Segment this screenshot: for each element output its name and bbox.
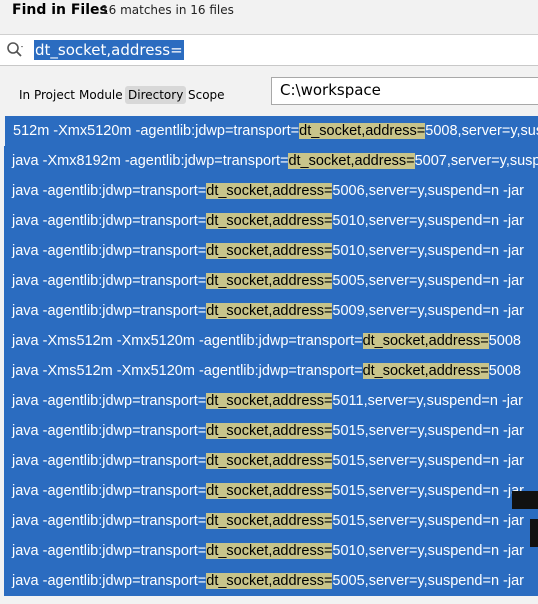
search-input[interactable]: dt_socket,address= bbox=[34, 40, 184, 60]
match-highlight: dt_socket,address= bbox=[362, 363, 489, 379]
result-prefix: java -agentlib:jdwp=transport= bbox=[12, 213, 207, 229]
match-highlight: dt_socket,address= bbox=[206, 453, 333, 469]
result-prefix: java -agentlib:jdwp=transport= bbox=[12, 573, 207, 589]
result-suffix: 5011,server=y,suspend=n -jar bbox=[332, 393, 523, 409]
result-prefix: java -agentlib:jdwp=transport= bbox=[12, 543, 207, 559]
result-row[interactable]: java -agentlib:jdwp=transport=dt_socket,… bbox=[4, 266, 538, 296]
match-highlight: dt_socket,address= bbox=[206, 303, 333, 319]
match-highlight: dt_socket,address= bbox=[206, 513, 333, 529]
directory-path-field[interactable]: C:\workspace bbox=[271, 77, 538, 105]
tab-in-project[interactable]: In Project bbox=[16, 86, 78, 104]
result-prefix: 512m -Xmx5120m -agentlib:jdwp=transport= bbox=[13, 123, 300, 139]
match-highlight: dt_socket,address= bbox=[206, 243, 333, 259]
overlay-fragment bbox=[512, 491, 538, 509]
tab-module[interactable]: Module bbox=[76, 86, 126, 104]
match-highlight: dt_socket,address= bbox=[206, 423, 333, 439]
match-highlight: dt_socket,address= bbox=[206, 543, 333, 559]
result-prefix: java -agentlib:jdwp=transport= bbox=[12, 453, 207, 469]
result-prefix: java -agentlib:jdwp=transport= bbox=[12, 243, 207, 259]
result-prefix: java -agentlib:jdwp=transport= bbox=[12, 483, 207, 499]
result-prefix: java -agentlib:jdwp=transport= bbox=[12, 513, 207, 529]
search-icon[interactable] bbox=[6, 41, 24, 59]
result-suffix: 5005,server=y,suspend=n -jar bbox=[332, 273, 524, 289]
result-prefix: java -Xms512m -Xmx5120m -agentlib:jdwp=t… bbox=[12, 333, 363, 349]
result-row[interactable]: java -agentlib:jdwp=transport=dt_socket,… bbox=[4, 206, 538, 236]
dialog-header: Find in Files 16 matches in 16 files bbox=[0, 0, 538, 35]
match-highlight: dt_socket,address= bbox=[288, 153, 415, 169]
result-row[interactable]: java -Xms512m -Xmx5120m -agentlib:jdwp=t… bbox=[4, 326, 538, 356]
match-highlight: dt_socket,address= bbox=[206, 213, 333, 229]
result-row[interactable]: java -agentlib:jdwp=transport=dt_socket,… bbox=[4, 296, 538, 326]
result-prefix: java -Xms512m -Xmx5120m -agentlib:jdwp=t… bbox=[12, 363, 363, 379]
result-row[interactable]: java -agentlib:jdwp=transport=dt_socket,… bbox=[4, 416, 538, 446]
match-highlight: dt_socket,address= bbox=[206, 393, 333, 409]
result-row[interactable]: java -agentlib:jdwp=transport=dt_socket,… bbox=[4, 446, 538, 476]
search-row: dt_socket,address= bbox=[0, 35, 538, 66]
result-prefix: java -agentlib:jdwp=transport= bbox=[12, 393, 207, 409]
result-row[interactable]: java -agentlib:jdwp=transport=dt_socket,… bbox=[4, 476, 538, 506]
result-prefix: java -agentlib:jdwp=transport= bbox=[12, 273, 207, 289]
result-suffix: 5008 bbox=[488, 363, 521, 379]
match-highlight: dt_socket,address= bbox=[362, 333, 489, 349]
result-row[interactable]: java -agentlib:jdwp=transport=dt_socket,… bbox=[4, 506, 538, 536]
result-row[interactable]: java -agentlib:jdwp=transport=dt_socket,… bbox=[4, 566, 538, 596]
match-highlight: dt_socket,address= bbox=[206, 573, 333, 589]
tab-scope[interactable]: Scope bbox=[185, 86, 228, 104]
results-list: 512m -Xmx5120m -agentlib:jdwp=transport=… bbox=[0, 116, 538, 604]
result-row[interactable]: java -agentlib:jdwp=transport=dt_socket,… bbox=[4, 176, 538, 206]
match-highlight: dt_socket,address= bbox=[206, 483, 333, 499]
result-suffix: 5015,server=y,suspend=n -jar bbox=[332, 453, 524, 469]
result-suffix: 5015,server=y,suspend=n -jar bbox=[332, 483, 524, 499]
result-row[interactable]: java -agentlib:jdwp=transport=dt_socket,… bbox=[4, 386, 538, 416]
result-prefix: java -Xmx8192m -agentlib:jdwp=transport= bbox=[12, 153, 289, 169]
result-suffix: 5008 bbox=[488, 333, 521, 349]
result-row[interactable]: java -agentlib:jdwp=transport=dt_socket,… bbox=[4, 236, 538, 266]
result-suffix: 5010,server=y,suspend=n -jar bbox=[332, 243, 524, 259]
match-highlight: dt_socket,address= bbox=[299, 123, 426, 139]
result-suffix: 5005,server=y,suspend=n -jar bbox=[332, 573, 524, 589]
result-suffix: 5015,server=y,suspend=n -jar bbox=[332, 513, 524, 529]
result-prefix: java -agentlib:jdwp=transport= bbox=[12, 303, 207, 319]
result-suffix: 5009,server=y,suspend=n -jar bbox=[332, 303, 524, 319]
match-highlight: dt_socket,address= bbox=[206, 273, 333, 289]
match-count: 16 matches in 16 files bbox=[101, 3, 234, 17]
result-suffix: 5010,server=y,suspend=n -jar bbox=[332, 213, 524, 229]
result-row[interactable]: 512m -Xmx5120m -agentlib:jdwp=transport=… bbox=[5, 116, 538, 146]
scope-row: In Project Module Directory Scope C:\wor… bbox=[0, 66, 538, 116]
result-row[interactable]: java -Xms512m -Xmx5120m -agentlib:jdwp=t… bbox=[4, 356, 538, 386]
overlay-fragment bbox=[530, 519, 538, 547]
tab-directory[interactable]: Directory bbox=[125, 86, 187, 104]
result-prefix: java -agentlib:jdwp=transport= bbox=[12, 423, 207, 439]
result-row[interactable]: java -Xmx8192m -agentlib:jdwp=transport=… bbox=[4, 146, 538, 176]
result-prefix: java -agentlib:jdwp=transport= bbox=[12, 183, 207, 199]
result-suffix: 5007,server=y,suspend=n bbox=[414, 153, 538, 169]
result-suffix: 5015,server=y,suspend=n -jar bbox=[332, 423, 524, 439]
result-suffix: 5008,server=y,suspend=n bbox=[425, 123, 538, 139]
result-suffix: 5006,server=y,suspend=n -jar bbox=[332, 183, 524, 199]
result-suffix: 5010,server=y,suspend=n -jar bbox=[332, 543, 524, 559]
result-row[interactable]: java -agentlib:jdwp=transport=dt_socket,… bbox=[4, 536, 538, 566]
dialog-title: Find in Files bbox=[12, 2, 108, 18]
match-highlight: dt_socket,address= bbox=[206, 183, 333, 199]
